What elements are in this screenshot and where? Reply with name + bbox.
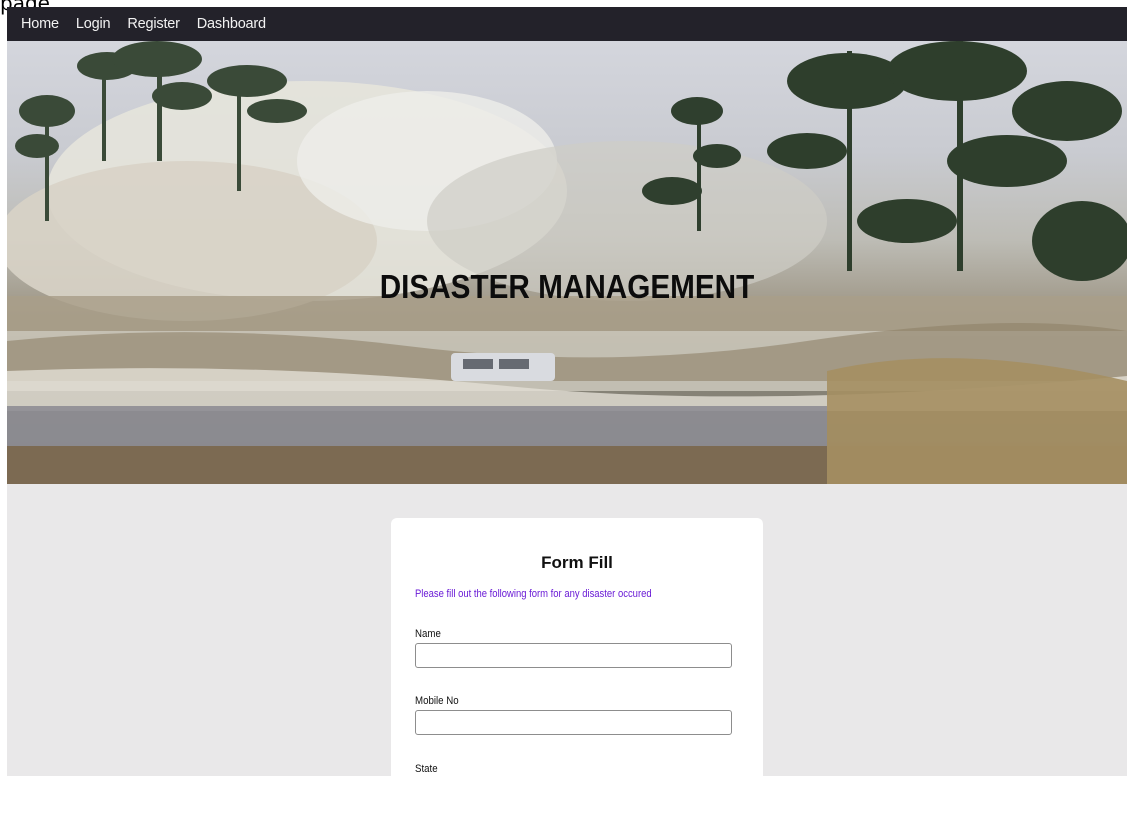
top-navbar: Home Login Register Dashboard bbox=[7, 7, 1127, 41]
nav-link-dashboard[interactable]: Dashboard bbox=[197, 16, 266, 32]
nav-link-home[interactable]: Home bbox=[21, 16, 59, 32]
mobile-input[interactable] bbox=[415, 710, 732, 735]
hero-image bbox=[7, 41, 1127, 484]
form-subtitle: Please fill out the following form for a… bbox=[415, 588, 652, 600]
mobile-label: Mobile No bbox=[415, 695, 459, 707]
nav-link-register[interactable]: Register bbox=[127, 16, 180, 32]
form-card: Form Fill Please fill out the following … bbox=[391, 518, 763, 818]
hero-banner: DISASTER MANAGEMENT bbox=[7, 41, 1127, 484]
state-label: State bbox=[415, 763, 438, 775]
name-input[interactable] bbox=[415, 643, 732, 668]
hero-title: DISASTER MANAGEMENT bbox=[379, 268, 755, 305]
name-label: Name bbox=[415, 628, 441, 640]
nav-link-login[interactable]: Login bbox=[76, 16, 111, 32]
form-title: Form Fill bbox=[541, 553, 613, 572]
